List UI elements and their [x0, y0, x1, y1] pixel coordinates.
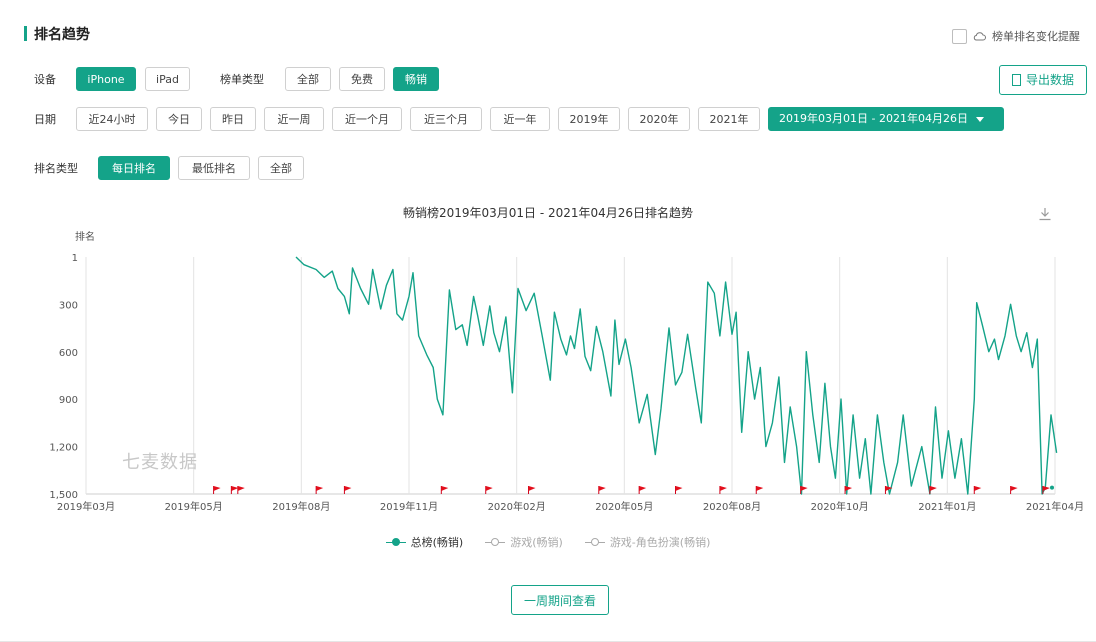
x-tick-label: 2020年08月 [703, 500, 761, 513]
legend-label: 游戏(畅销) [510, 536, 563, 549]
y-tick-label: 1,200 [49, 443, 78, 454]
legend-label: 游戏-角色扮演(畅销) [609, 536, 711, 549]
event-flag-icon [343, 486, 352, 494]
event-flag-icon [440, 486, 449, 494]
legend-item-rpg[interactable]: 游戏-角色扮演(畅销) [584, 534, 711, 550]
y-tick-label: 1 [72, 253, 78, 264]
event-flag-icon [528, 486, 536, 494]
event-flag-icon [213, 486, 221, 494]
legend-label: 总榜(畅销) [410, 536, 464, 549]
y-tick-label: 1,500 [49, 490, 78, 501]
x-tick-label: 2021年01月 [918, 500, 976, 513]
event-flag-icon [755, 486, 764, 494]
series-endpoint [1050, 485, 1054, 490]
event-flag-icon [973, 486, 982, 494]
event-flag-icon [1010, 486, 1018, 494]
legend-marker [485, 537, 506, 547]
legend-item-overall[interactable]: 总榜(畅销) [385, 534, 464, 550]
legend-item-games[interactable]: 游戏(畅销) [485, 534, 563, 550]
x-tick-label: 2019年05月 [165, 500, 223, 513]
event-flag-icon [719, 486, 727, 494]
legend-marker [385, 537, 406, 547]
x-tick-label: 2019年11月 [380, 500, 438, 513]
compare-period-button[interactable]: 一周期间查看 [511, 585, 609, 615]
watermark: 七麦数据 [122, 452, 198, 473]
event-flag-icon [929, 486, 937, 494]
chart-legend: 总榜(畅销) 游戏(畅销) 游戏-角色扮演(畅销) [0, 534, 1096, 550]
x-tick-label: 2019年08月 [272, 500, 330, 513]
event-flag-icon [598, 486, 606, 494]
x-tick-label: 2020年10月 [811, 500, 869, 513]
x-tick-label: 2020年05月 [595, 500, 653, 513]
event-flag-icon [237, 486, 245, 494]
event-flag-icon [315, 486, 324, 494]
event-flag-icon [638, 486, 647, 494]
y-tick-label: 300 [59, 300, 78, 311]
x-tick-label: 2020年02月 [488, 500, 546, 513]
legend-marker [584, 537, 605, 547]
y-axis-title: 排名 [75, 230, 95, 243]
x-tick-label: 2019年03月 [57, 500, 115, 513]
event-flag-icon [485, 486, 493, 494]
event-flag-icon [1042, 486, 1050, 494]
series-line-overall [295, 256, 1058, 495]
event-flag-icon [230, 486, 239, 494]
x-tick-label: 2021年04月 [1026, 500, 1084, 513]
y-tick-label: 900 [59, 395, 78, 406]
y-tick-label: 600 [59, 348, 78, 359]
event-flag-icon [674, 486, 683, 494]
